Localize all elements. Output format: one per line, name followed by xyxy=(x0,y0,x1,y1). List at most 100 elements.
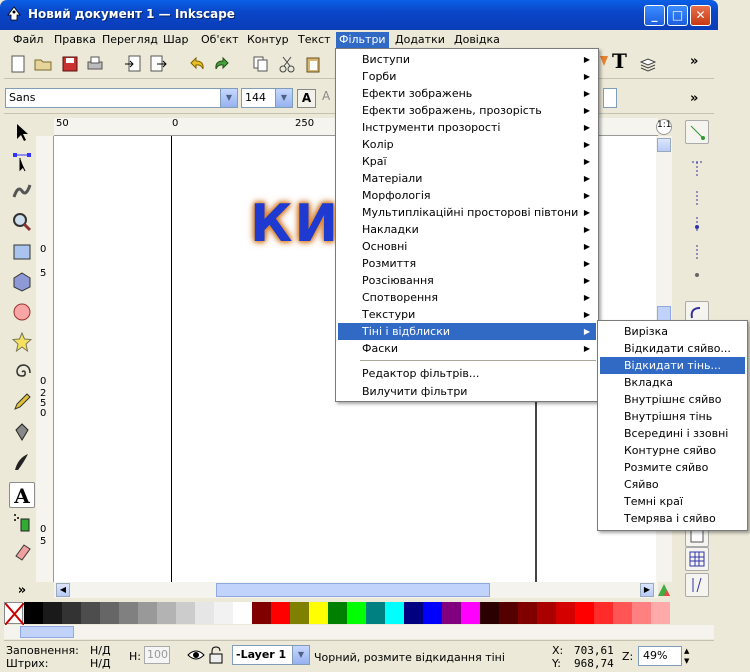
menu-edit[interactable]: Правка xyxy=(51,32,99,48)
print-icon[interactable] xyxy=(85,54,105,74)
redo-icon[interactable] xyxy=(212,54,232,74)
filter-category-item[interactable]: Виступи ▶ xyxy=(338,51,596,68)
chevron-down-icon[interactable]: ▼ xyxy=(220,89,237,107)
chevron-down-icon[interactable]: ▼ xyxy=(275,89,292,107)
ellipse-tool-icon[interactable] xyxy=(9,302,35,328)
opacity-input[interactable]: 100 xyxy=(144,646,170,664)
filter-category-item[interactable]: Фаски ▶ xyxy=(338,340,596,357)
spin-field[interactable] xyxy=(603,88,617,108)
filter-category-item[interactable]: Горби ▶ xyxy=(338,68,596,85)
open-folder-icon[interactable] xyxy=(33,54,53,74)
snap-intersection-icon[interactable] xyxy=(690,215,704,238)
shadow-filter-item[interactable]: Всередині і ззовні xyxy=(600,425,745,442)
toolbox-overflow-icon[interactable]: » xyxy=(9,578,35,604)
font-style-icon[interactable]: A xyxy=(297,89,316,108)
snap-center-icon[interactable] xyxy=(690,265,704,288)
filter-category-item[interactable]: Основні ▶ xyxy=(338,238,596,255)
snap-path-icon[interactable] xyxy=(690,189,704,212)
close-button[interactable]: ✕ xyxy=(690,5,711,26)
text-toolbar-icon[interactable]: T xyxy=(612,51,632,71)
filter-category-item[interactable]: Інструменти прозорості ▶ xyxy=(338,119,596,136)
color-swatch[interactable] xyxy=(309,602,328,624)
spiral-tool-icon[interactable] xyxy=(9,362,35,388)
star-tool-icon[interactable] xyxy=(9,331,35,358)
color-swatch[interactable] xyxy=(518,602,537,624)
shadow-filter-item[interactable]: Відкидати тінь... xyxy=(600,357,745,374)
menu-help[interactable]: Довідка xyxy=(451,32,503,48)
snap-grid-icon[interactable] xyxy=(685,547,709,571)
menu-extensions[interactable]: Додатки xyxy=(392,32,448,48)
tweak-tool-icon[interactable] xyxy=(9,181,35,207)
snap-midpoint-icon[interactable] xyxy=(690,243,704,266)
color-swatch[interactable] xyxy=(100,602,119,624)
layer-selector[interactable]: -Layer 1 ▼ xyxy=(232,645,310,665)
color-swatch[interactable] xyxy=(404,602,423,624)
pen-tool-icon[interactable] xyxy=(9,422,35,448)
color-swatch[interactable] xyxy=(252,602,271,624)
color-swatch[interactable] xyxy=(176,602,195,624)
export-icon[interactable] xyxy=(148,54,168,74)
shadow-filter-item[interactable]: Розмите сяйво xyxy=(600,459,745,476)
shadow-filter-item[interactable]: Темрява і сяйво xyxy=(600,510,745,527)
box3d-tool-icon[interactable] xyxy=(9,272,35,298)
filter-category-item[interactable]: Спотворення ▶ xyxy=(338,289,596,306)
color-swatch[interactable] xyxy=(214,602,233,624)
color-swatch[interactable] xyxy=(632,602,651,624)
palette-scrollbar[interactable] xyxy=(4,625,714,639)
ruler-vertical[interactable]: 0 5 0 2 5 0 0 5 xyxy=(36,136,54,582)
filter-category-item[interactable]: Накладки ▶ xyxy=(338,221,596,238)
color-swatch[interactable] xyxy=(575,602,594,624)
zoom-input[interactable]: 49% xyxy=(638,646,682,666)
shadow-filter-item[interactable]: Вирізка xyxy=(600,323,745,340)
filter-category-item[interactable]: Ефекти зображень, прозорість ▶ xyxy=(338,102,596,119)
scroll-thumb[interactable] xyxy=(20,626,74,638)
color-swatch[interactable] xyxy=(594,602,613,624)
paste-icon[interactable] xyxy=(303,54,323,74)
minimize-button[interactable]: _ xyxy=(644,5,665,26)
color-swatch[interactable] xyxy=(271,602,290,624)
cut-icon[interactable] xyxy=(277,54,297,74)
scroll-left-button[interactable]: ◀ xyxy=(56,583,70,597)
fill-value[interactable]: Н/Д xyxy=(90,644,111,657)
filter-category-item[interactable]: Матеріали ▶ xyxy=(338,170,596,187)
horizontal-scrollbar[interactable]: ◀ ▶ xyxy=(54,582,658,598)
snap-guide-icon[interactable] xyxy=(685,573,709,597)
color-swatch[interactable] xyxy=(119,602,138,624)
zoom-tool-icon[interactable] xyxy=(9,212,35,238)
save-icon[interactable] xyxy=(60,54,80,74)
menu-text[interactable]: Текст xyxy=(295,32,334,48)
title-bar[interactable]: Новий документ 1 — Inkscape _ □ ✕ xyxy=(0,0,718,30)
calligraphy-tool-icon[interactable] xyxy=(9,452,35,478)
color-swatch[interactable] xyxy=(138,602,157,624)
chevron-down-icon[interactable]: ▼ xyxy=(292,646,309,664)
snap-toggle-icon[interactable] xyxy=(685,120,709,144)
shadow-filter-item[interactable]: Внутрішня тінь xyxy=(600,408,745,425)
scroll-thumb[interactable] xyxy=(216,583,490,597)
lock-icon[interactable] xyxy=(209,646,223,667)
color-swatch[interactable] xyxy=(233,602,252,624)
shadow-filter-item[interactable]: Вкладка xyxy=(600,374,745,391)
maximize-button[interactable]: □ xyxy=(667,5,688,26)
color-swatch[interactable] xyxy=(480,602,499,624)
undo-icon[interactable] xyxy=(187,54,207,74)
font-family-combo[interactable]: Sans ▼ xyxy=(5,88,238,108)
pencil-tool-icon[interactable] xyxy=(9,392,35,418)
color-swatch[interactable] xyxy=(81,602,100,624)
color-swatch[interactable] xyxy=(385,602,404,624)
filter-category-item[interactable]: Мультиплікаційні просторові півтони ▶ xyxy=(338,204,596,221)
filter-category-item[interactable]: Морфологія ▶ xyxy=(338,187,596,204)
text-toolbar-overflow-icon[interactable]: » xyxy=(690,91,698,106)
shadow-filter-item[interactable]: Сяйво xyxy=(600,476,745,493)
color-swatch[interactable] xyxy=(556,602,575,624)
menu-filters[interactable]: Фільтри xyxy=(336,32,389,48)
shadow-filter-item[interactable]: Внутрішнє сяйво xyxy=(600,391,745,408)
new-document-icon[interactable] xyxy=(8,54,28,74)
import-icon[interactable] xyxy=(123,54,143,74)
copy-icon[interactable] xyxy=(251,54,271,74)
color-swatch[interactable] xyxy=(328,602,347,624)
spray-tool-icon[interactable] xyxy=(9,512,35,538)
zoom-1to1-icon[interactable]: 1:1 xyxy=(656,119,672,135)
scroll-up-button[interactable] xyxy=(657,138,671,152)
color-swatch[interactable] xyxy=(62,602,81,624)
rectangle-tool-icon[interactable] xyxy=(9,242,35,268)
